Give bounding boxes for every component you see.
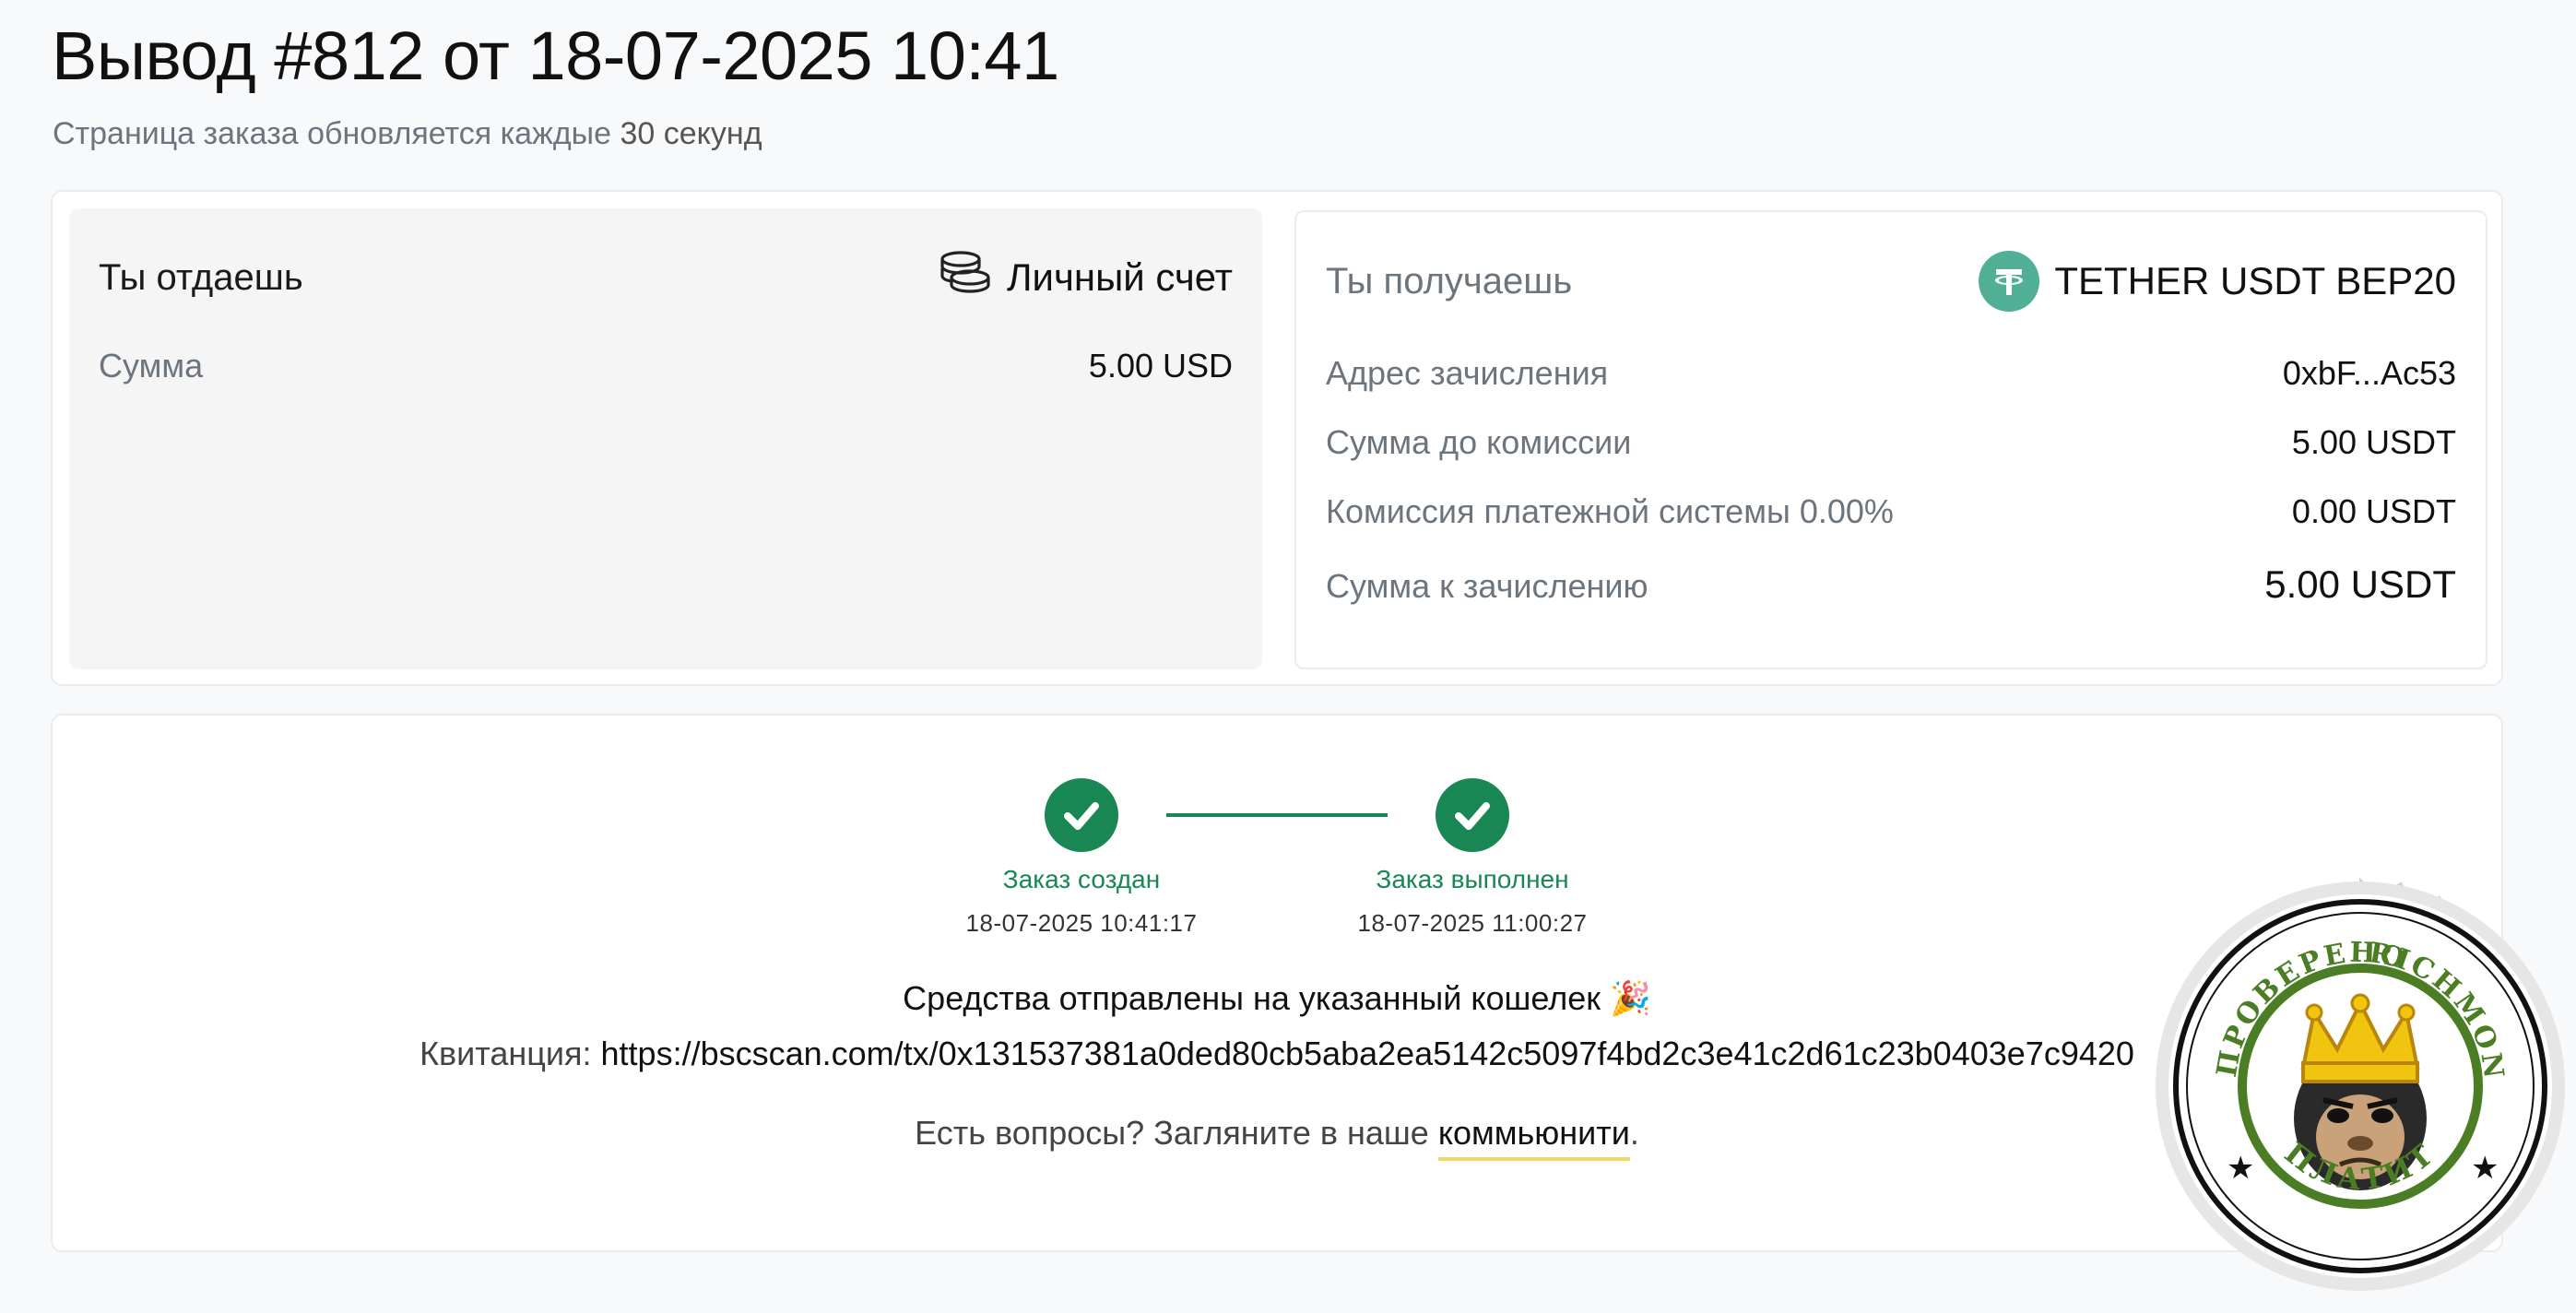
check-icon bbox=[1455, 802, 1490, 830]
address-value[interactable]: 0xbF...Ac53 bbox=[2283, 354, 2456, 393]
status-message: Средства отправлены на указанный кошелек… bbox=[903, 979, 1651, 1017]
coins-icon bbox=[939, 250, 992, 305]
give-sum-value: 5.00 USD bbox=[1088, 347, 1233, 384]
get-method: TETHER USDT BEP20 bbox=[1979, 251, 2456, 312]
page-subtitle: Страница заказа обновляется каждые 30 се… bbox=[53, 116, 762, 152]
check-icon bbox=[1064, 802, 1099, 830]
fee-row: Комиссия платежной системы 0.00% 0.00 US… bbox=[1326, 492, 2456, 531]
step-created bbox=[1045, 778, 1118, 852]
give-panel: Ты отдаешь Личный счет Сумма 5.00 USD bbox=[69, 208, 1262, 669]
order-page: Вывод #812 от 18-07-2025 10:41 Страница … bbox=[0, 0, 2576, 1313]
step-completed bbox=[1436, 778, 1509, 852]
get-label: Ты получаешь bbox=[1326, 260, 1573, 302]
step-completed-time: 18-07-2025 11:00:27 bbox=[1357, 909, 1588, 937]
total-row: Сумма к зачислению 5.00 USDT bbox=[1326, 562, 2456, 607]
progress-line bbox=[1166, 813, 1388, 817]
address-label: Адрес зачисления bbox=[1326, 354, 1609, 392]
community-link[interactable]: коммьюнити bbox=[1437, 1114, 1630, 1161]
subtitle-text: Страница заказа обновляется каждые bbox=[53, 116, 620, 151]
give-header: Ты отдаешь Личный счет bbox=[99, 245, 1233, 310]
verified-stamp: ПРОВЕРЕНО RICHMONKEY ПЛАТИТ ★ ★ bbox=[2134, 849, 2572, 1298]
receipt-link[interactable]: https://bscscan.com/tx/0x131537381a0ded8… bbox=[601, 1035, 2134, 1072]
questions-line: Есть вопросы? Загляните в наше коммьюнит… bbox=[53, 1114, 2501, 1161]
tether-icon bbox=[1979, 251, 2040, 312]
give-sum-row: Сумма 5.00 USD bbox=[99, 347, 1233, 385]
step-created-time: 18-07-2025 10:41:17 bbox=[965, 909, 1198, 937]
fee-label: Комиссия платежной системы 0.00% bbox=[1326, 492, 1894, 530]
total-value: 5.00 USDT bbox=[2264, 562, 2456, 606]
get-panel: Ты получаешь TETHER USDT BEP20 Адрес зач… bbox=[1294, 210, 2487, 669]
give-sum-label: Сумма bbox=[99, 347, 204, 384]
svg-text:★: ★ bbox=[2471, 1150, 2499, 1187]
amount-before-fee-label: Сумма до комиссии bbox=[1326, 423, 1632, 461]
total-label: Сумма к зачислению bbox=[1326, 567, 1648, 605]
status-card: Заказ создан 18-07-2025 10:41:17 Заказ в… bbox=[51, 714, 2503, 1252]
receipt-label: Квитанция: bbox=[419, 1035, 592, 1072]
give-method: Личный счет bbox=[939, 250, 1233, 305]
questions-suffix: . bbox=[1629, 1114, 1639, 1152]
questions-text: Есть вопросы? Загляните в наше bbox=[915, 1114, 1429, 1152]
exchange-card: Ты отдаешь Личный счет Сумма 5.00 USD Ты… bbox=[51, 190, 2503, 686]
amount-before-fee-value: 5.00 USDT bbox=[2291, 423, 2456, 461]
fee-value: 0.00 USDT bbox=[2291, 492, 2456, 530]
page-title: Вывод #812 от 18-07-2025 10:41 bbox=[52, 18, 1059, 94]
refresh-interval: 30 секунд bbox=[620, 116, 762, 151]
give-method-label: Личный счет bbox=[1006, 255, 1233, 299]
step-completed-label: Заказ выполнен bbox=[1376, 865, 1569, 893]
step-created-label: Заказ создан bbox=[1002, 865, 1161, 893]
give-label: Ты отдаешь bbox=[99, 256, 303, 298]
get-header: Ты получаешь TETHER USDT BEP20 bbox=[1326, 249, 2456, 313]
get-method-label: TETHER USDT BEP20 bbox=[2054, 259, 2456, 302]
amount-before-fee-row: Сумма до комиссии 5.00 USDT bbox=[1326, 423, 2456, 462]
receipt-line: Квитанция: https://bscscan.com/tx/0x1315… bbox=[53, 1035, 2501, 1073]
svg-text:★: ★ bbox=[2227, 1150, 2254, 1187]
address-row: Адрес зачисления 0xbF...Ac53 bbox=[1326, 354, 2456, 393]
